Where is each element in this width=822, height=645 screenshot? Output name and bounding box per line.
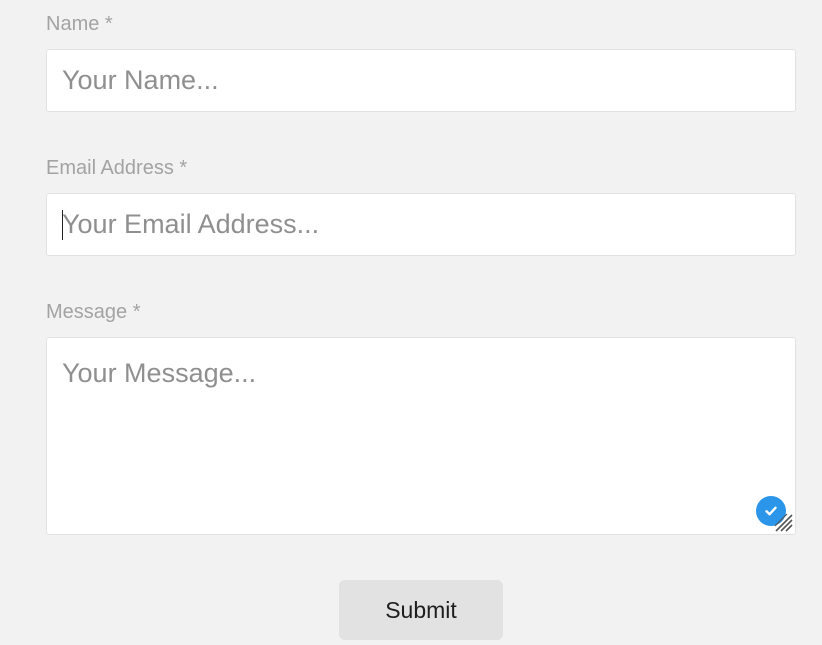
- message-label: Message *: [46, 301, 141, 323]
- text-cursor: [62, 210, 63, 240]
- message-textarea[interactable]: [46, 337, 796, 535]
- submit-button[interactable]: Submit: [339, 580, 503, 640]
- name-label: Name *: [46, 13, 113, 35]
- name-input[interactable]: [46, 49, 796, 112]
- email-label: Email Address *: [46, 157, 188, 179]
- resize-grip-icon[interactable]: [771, 510, 793, 532]
- email-input[interactable]: [46, 193, 796, 256]
